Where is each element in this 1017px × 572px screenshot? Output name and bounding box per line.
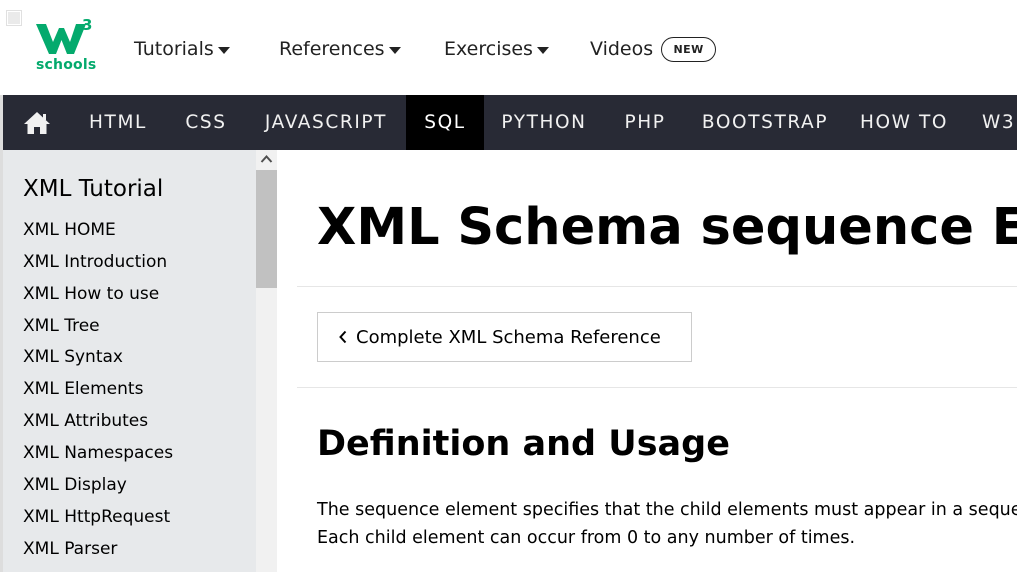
- divider: [297, 286, 1017, 287]
- definition-paragraph: The sequence element specifies that the …: [317, 500, 1017, 548]
- window-corner-box: [6, 10, 22, 26]
- sidebar-item-xml-httprequest[interactable]: XML HttpRequest: [23, 507, 170, 527]
- caret-down-icon: [217, 46, 230, 54]
- logo-text: schools: [36, 57, 97, 73]
- w3-logo-mark-icon: [36, 24, 86, 54]
- topnav-exercises-label: Exercises: [444, 38, 533, 60]
- home-icon[interactable]: [23, 111, 51, 135]
- divider: [297, 387, 1017, 388]
- nav-item-sql[interactable]: SQL: [406, 95, 484, 150]
- sidebar-item-xml-how-to-use[interactable]: XML How to use: [23, 284, 159, 304]
- nav-item-python[interactable]: PYTHON: [484, 95, 604, 150]
- topnav-videos-label: Videos: [590, 38, 654, 60]
- topnav-tutorials-label: Tutorials: [134, 38, 214, 60]
- sidebar-item-xml-introduction[interactable]: XML Introduction: [23, 252, 167, 272]
- scrollbar-thumb[interactable]: [256, 170, 277, 288]
- topnav-references[interactable]: References: [279, 36, 401, 62]
- language-nav-bar: HTML CSS JAVASCRIPT SQL PYTHON PHP BOOTS…: [0, 95, 1017, 150]
- topnav-references-label: References: [279, 38, 385, 60]
- nav-item-w3[interactable]: W3.: [964, 95, 1017, 150]
- sidebar-item-xml-attributes[interactable]: XML Attributes: [23, 411, 148, 431]
- top-header: 3 schools Tutorials References Exercises…: [0, 0, 1017, 95]
- sidebar: XML Tutorial XML HOME XML Introduction X…: [0, 150, 256, 572]
- caret-down-icon: [536, 46, 549, 54]
- sidebar-title: XML Tutorial: [23, 176, 164, 202]
- section-title: Definition and Usage: [317, 424, 730, 464]
- sidebar-item-xml-parser[interactable]: XML Parser: [23, 539, 117, 559]
- caret-down-icon: [388, 46, 401, 54]
- logo-superscript: 3: [82, 16, 93, 34]
- chevron-left-icon: [339, 330, 347, 344]
- sidebar-scrollbar[interactable]: [256, 150, 277, 572]
- nav-item-html[interactable]: HTML: [70, 95, 166, 150]
- nav-item-bootstrap[interactable]: BOOTSTRAP: [686, 95, 844, 150]
- back-button-label: Complete XML Schema Reference: [356, 326, 661, 348]
- sidebar-item-xml-syntax[interactable]: XML Syntax: [23, 347, 123, 367]
- nav-item-javascript[interactable]: JAVASCRIPT: [246, 95, 406, 150]
- nav-item-how-to[interactable]: HOW TO: [844, 95, 964, 150]
- sidebar-item-xml-home[interactable]: XML HOME: [23, 220, 116, 240]
- sidebar-item-xml-elements[interactable]: XML Elements: [23, 379, 143, 399]
- page-title: XML Schema sequence Element: [317, 198, 1017, 257]
- w3schools-logo[interactable]: 3 schools: [36, 16, 98, 76]
- sidebar-item-xml-tree[interactable]: XML Tree: [23, 316, 100, 336]
- main-content: XML Schema sequence Element Complete XML…: [277, 150, 1017, 572]
- topnav-exercises[interactable]: Exercises: [444, 36, 549, 62]
- topnav-tutorials[interactable]: Tutorials: [134, 36, 230, 62]
- topnav-videos[interactable]: Videos NEW: [590, 36, 717, 62]
- complete-xml-schema-reference-button[interactable]: Complete XML Schema Reference: [317, 312, 692, 362]
- sidebar-item-xml-namespaces[interactable]: XML Namespaces: [23, 443, 173, 463]
- new-badge: NEW: [661, 36, 717, 62]
- nav-item-css[interactable]: CSS: [166, 95, 246, 150]
- nav-item-php[interactable]: PHP: [604, 95, 686, 150]
- scroll-up-arrow-icon[interactable]: [260, 154, 273, 164]
- sidebar-item-xml-display[interactable]: XML Display: [23, 475, 127, 495]
